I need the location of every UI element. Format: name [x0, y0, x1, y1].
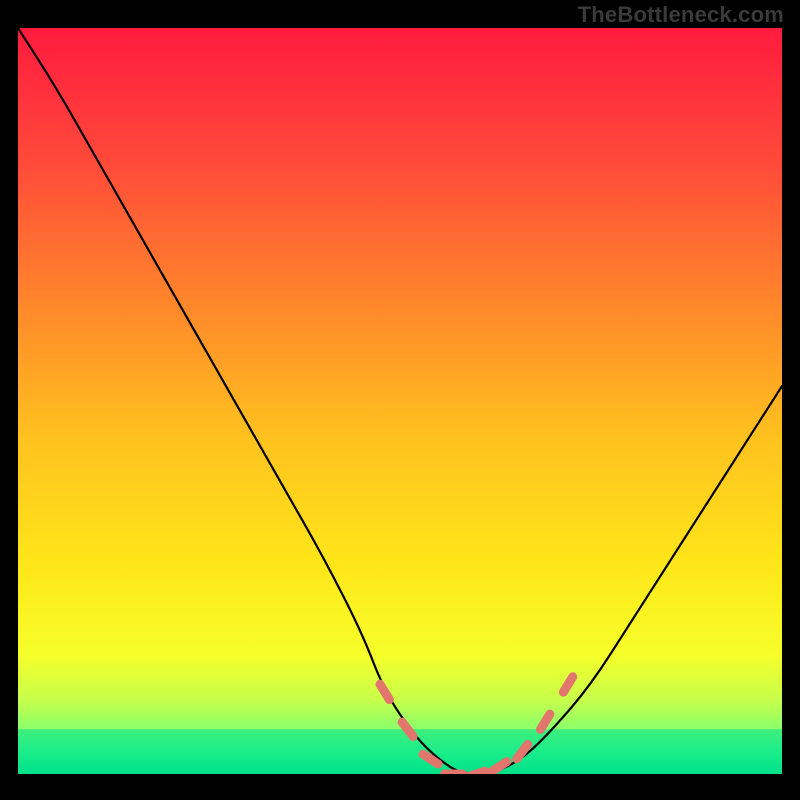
chart-frame: TheBottleneck.com [0, 0, 800, 800]
plot-area [18, 28, 782, 774]
dotted-dash [468, 771, 485, 774]
chart-svg [18, 28, 782, 774]
attribution-label: TheBottleneck.com [578, 2, 784, 28]
gradient-backdrop [18, 28, 782, 774]
optimal-band [18, 729, 782, 774]
